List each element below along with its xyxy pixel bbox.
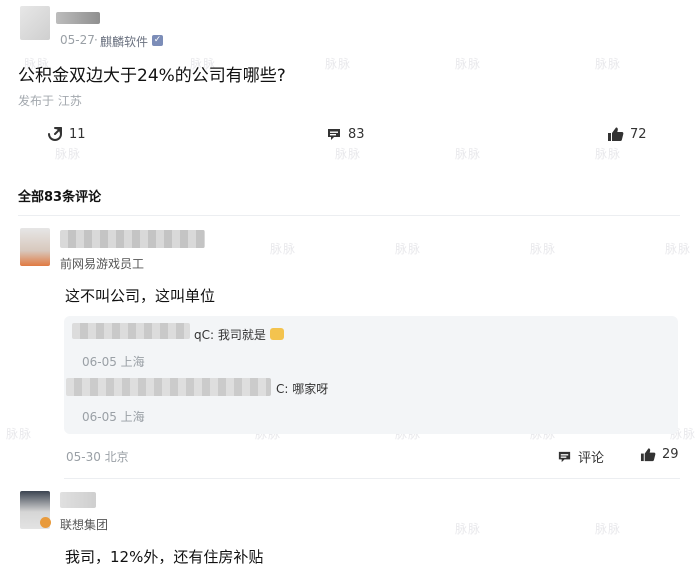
comment-icon bbox=[558, 451, 571, 463]
commenter-avatar[interactable] bbox=[20, 228, 50, 266]
comment-button[interactable]: 83 bbox=[326, 126, 365, 142]
watermark: 脉脉 bbox=[595, 522, 622, 536]
reply-content: 哪家呀 bbox=[292, 382, 329, 396]
thumbs-up-icon bbox=[608, 127, 624, 141]
share-button[interactable]: 11 bbox=[47, 126, 86, 142]
reply-author-name[interactable] bbox=[66, 378, 271, 396]
author-company[interactable]: 麒麟软件 bbox=[100, 33, 148, 50]
watermark: 脉脉 bbox=[455, 522, 482, 536]
reply-meta: 06-05 上海 bbox=[82, 410, 145, 424]
commenter-name[interactable] bbox=[60, 492, 96, 508]
post-location: 发布于 江苏 bbox=[18, 94, 82, 108]
watermark: 脉脉 bbox=[455, 57, 482, 71]
reply-text[interactable]: qC: 我司就是 bbox=[194, 326, 284, 343]
post-date: 05-27 bbox=[60, 33, 95, 47]
watermark: 脉脉 bbox=[595, 57, 622, 71]
comment-like-count: 29 bbox=[662, 447, 679, 462]
comment-icon bbox=[328, 129, 340, 140]
comment-meta: 05-30 北京 bbox=[66, 450, 129, 464]
cat-emoji-icon bbox=[269, 328, 284, 340]
comments-header: 全部83条评论 bbox=[18, 190, 102, 205]
watermark: 脉脉 bbox=[270, 242, 297, 256]
watermark: 脉脉 bbox=[395, 242, 422, 256]
comment-reply-label: 评论 bbox=[578, 451, 605, 466]
company-badge-icon bbox=[40, 517, 51, 528]
reply-prefix: C: bbox=[276, 382, 289, 396]
watermark: 脉脉 bbox=[665, 242, 692, 256]
commenter-name[interactable] bbox=[60, 230, 205, 248]
comment-text[interactable]: 我司，12%外，还有住房补贴 bbox=[65, 546, 263, 567]
like-count: 72 bbox=[630, 126, 647, 142]
commenter-company: 联想集团 bbox=[60, 518, 109, 532]
dot-separator: · bbox=[94, 33, 98, 47]
watermark: 脉脉 bbox=[55, 147, 82, 161]
post-question[interactable]: 公积金双边大于24%的公司有哪些? bbox=[18, 61, 286, 86]
watermark: 脉脉 bbox=[325, 57, 352, 71]
share-count: 11 bbox=[69, 126, 86, 142]
reply-text[interactable]: C: 哪家呀 bbox=[276, 380, 328, 397]
comment-count: 83 bbox=[348, 126, 365, 142]
reply-author-name[interactable] bbox=[72, 323, 190, 339]
reply-prefix: qC: bbox=[194, 328, 215, 342]
like-button[interactable]: 72 bbox=[607, 126, 647, 142]
watermark: 脉脉 bbox=[595, 147, 622, 161]
thumbs-up-icon bbox=[640, 448, 656, 462]
watermark: 脉脉 bbox=[530, 242, 557, 256]
divider bbox=[18, 215, 680, 216]
reply-meta: 06-05 上海 bbox=[82, 355, 145, 369]
commenter-company: 前网易游戏员工 bbox=[60, 257, 145, 271]
reply-content: 我司就是 bbox=[217, 328, 266, 342]
verified-badge-icon: ✓ bbox=[152, 35, 163, 46]
watermark: 脉脉 bbox=[455, 147, 482, 161]
comment-text[interactable]: 这不叫公司，这叫单位 bbox=[65, 285, 215, 306]
watermark: 脉脉 bbox=[6, 427, 33, 441]
author-avatar[interactable] bbox=[20, 6, 50, 40]
comment-like-button[interactable]: 29 bbox=[640, 447, 679, 462]
divider bbox=[64, 478, 680, 479]
comment-reply-button[interactable]: 评论 bbox=[557, 447, 604, 466]
author-name[interactable] bbox=[56, 12, 100, 24]
share-icon bbox=[48, 127, 62, 141]
watermark: 脉脉 bbox=[335, 147, 362, 161]
